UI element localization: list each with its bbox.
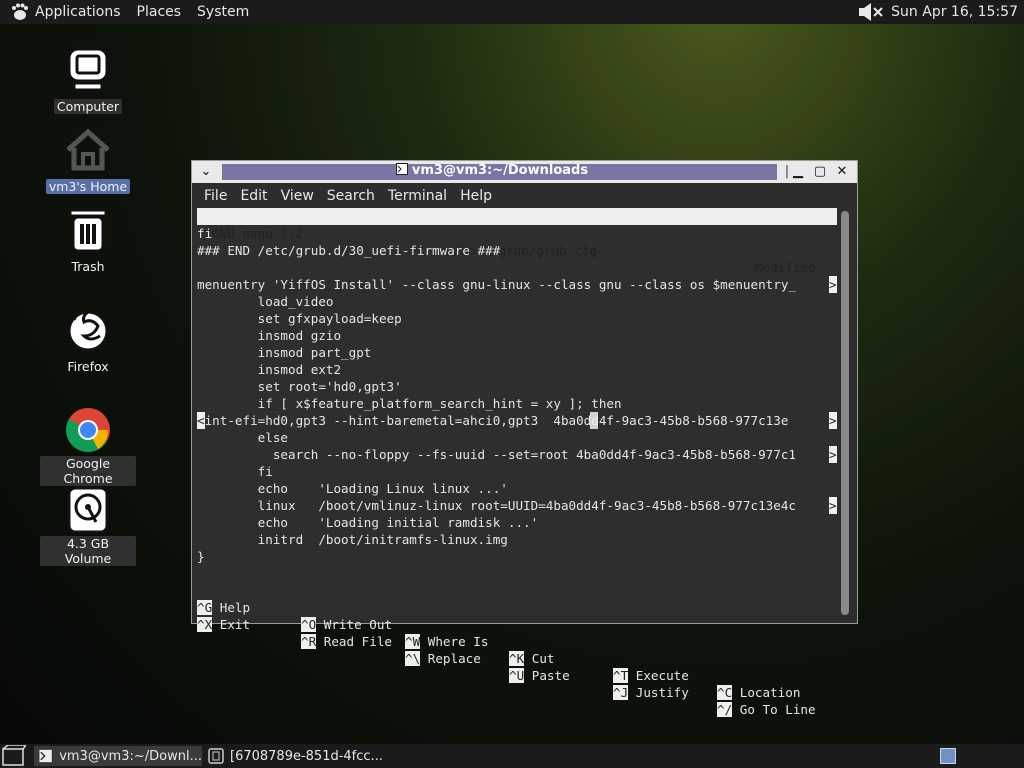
shortcut-cut[interactable]: ^K Cut — [509, 650, 555, 667]
speaker-icon[interactable] — [857, 2, 885, 22]
line-overflow-marker: > — [829, 412, 837, 429]
gnome-foot-icon[interactable] — [10, 2, 30, 22]
shortcut-write-out[interactable]: ^O Write Out — [301, 616, 392, 633]
menu-file[interactable]: File — [204, 188, 227, 204]
editor-line[interactable]: insmod gzio — [197, 327, 341, 344]
window-title: vm3@vm3:~/Downloads — [192, 163, 792, 178]
editor-line[interactable]: set root='hd0,gpt3' — [197, 378, 402, 395]
desktop-icon-label: Google Chrome — [40, 456, 136, 486]
editor-line[interactable]: fi — [197, 225, 212, 242]
editor-line[interactable]: insmod part_gpt — [197, 344, 372, 361]
shortcut-location[interactable]: ^C Location — [717, 684, 800, 701]
bottom-taskbar: vm3@vm3:~/Downl... [6708789e-851d-4fcc..… — [0, 744, 1024, 768]
terminal-icon — [395, 163, 408, 175]
system-menu[interactable]: System — [197, 4, 249, 20]
minimize-icon[interactable]: ▁ — [790, 164, 806, 180]
shortcut-paste[interactable]: ^U Paste — [509, 667, 570, 684]
line-overflow-marker: > — [829, 446, 837, 463]
line-overflow-marker: > — [829, 276, 837, 293]
desktop-icon-firefox[interactable]: Firefox — [40, 306, 136, 375]
nano-shortcuts-row2: ^X Exit ^R Read File ^\ Replace ^U Paste… — [197, 599, 837, 717]
editor-line[interactable]: hint-efi=hd0,gpt3 --hint-baremetal=ahci0… — [197, 412, 788, 429]
terminal-menubar: File Edit View Search Terminal Help — [192, 184, 857, 208]
editor-line[interactable]: linux /boot/vmlinuz-linux root=UUID=4ba0… — [197, 497, 796, 514]
nano-shortcuts-row1: ^G Help ^O Write Out ^W Where Is ^K Cut … — [197, 582, 837, 700]
top-panel-tray: Sun Apr 16, 15:57 — [857, 0, 1018, 24]
desktop-icon-trash[interactable]: Trash — [40, 206, 136, 275]
drive-icon — [67, 486, 109, 534]
editor-line[interactable]: else — [197, 429, 288, 446]
window-icon — [208, 748, 224, 764]
desktop-icon-label: Computer — [53, 99, 123, 114]
desktop-icon-volume[interactable]: 4.3 GB Volume — [40, 486, 136, 567]
menu-terminal[interactable]: Terminal — [388, 188, 447, 204]
shortcut-read-file[interactable]: ^R Read File — [301, 633, 392, 650]
shortcut-execute[interactable]: ^T Execute — [613, 667, 689, 684]
menu-view[interactable]: View — [281, 188, 314, 204]
terminal-screen[interactable]: GNU nano 7.2 /boot/grub/grub.cfg Modifie… — [197, 208, 837, 717]
terminal-window[interactable]: ⌄ vm3@vm3:~/Downloads | ▁ ▢ ✕ File Edit … — [191, 160, 858, 717]
shortcut-where-is[interactable]: ^W Where Is — [405, 633, 488, 650]
nano-status: Modified — [755, 260, 816, 275]
editor-line[interactable]: fi — [197, 463, 273, 480]
desktop-icon-label: 4.3 GB Volume — [40, 536, 136, 566]
line-overflow-marker: > — [829, 497, 837, 514]
text-cursor — [590, 412, 598, 429]
editor-line[interactable]: echo 'Loading Linux linux ...' — [197, 480, 508, 497]
line-overflow-marker: < — [197, 412, 205, 429]
editor-line[interactable]: set gfxpayload=keep — [197, 310, 402, 327]
places-menu[interactable]: Places — [137, 4, 182, 20]
editor-line[interactable]: menuentry 'YiffOS Install' --class gnu-l… — [197, 276, 796, 293]
editor-line[interactable]: ### END /etc/grub.d/30_uefi-firmware ### — [197, 242, 500, 259]
maximize-icon[interactable]: ▢ — [812, 164, 828, 180]
taskbar-item-label: vm3@vm3:~/Downl... — [59, 748, 202, 764]
taskbar-item-label: [6708789e-851d-4fcc... — [230, 748, 383, 764]
menu-search[interactable]: Search — [327, 188, 375, 204]
menu-help[interactable]: Help — [460, 188, 492, 204]
terminal-icon — [38, 748, 53, 764]
top-panel: Applications Places System Sun Apr 16, 1… — [0, 0, 1024, 24]
desktop-icon-label: Trash — [71, 259, 105, 274]
trash-icon — [68, 208, 108, 253]
firefox-icon — [67, 310, 109, 352]
home-icon — [66, 128, 110, 171]
workspace-switcher[interactable] — [940, 748, 956, 764]
window-title-text: vm3@vm3:~/Downloads — [411, 163, 589, 178]
applications-menu[interactable]: Applications — [35, 4, 121, 20]
taskbar-item-terminal[interactable]: vm3@vm3:~/Downl... — [34, 746, 202, 766]
editor-line[interactable]: search --no-floppy --fs-uuid --set=root … — [197, 446, 796, 463]
desktop-icon-computer[interactable]: Computer — [40, 46, 136, 115]
nano-app-name: GNU nano 7.2 — [212, 226, 303, 241]
show-desktop-icon[interactable] — [2, 745, 26, 767]
chrome-icon — [66, 408, 110, 452]
terminal-scrollbar[interactable] — [841, 211, 849, 615]
editor-line[interactable]: if [ x$feature_platform_search_hint = xy… — [197, 395, 622, 412]
clock[interactable]: Sun Apr 16, 15:57 — [891, 4, 1018, 20]
desktop-icon-chrome[interactable]: Google Chrome — [40, 406, 136, 487]
editor-line[interactable]: } — [197, 548, 205, 565]
nano-header: GNU nano 7.2 /boot/grub/grub.cfg Modifie… — [197, 208, 837, 275]
editor-line[interactable]: initrd /boot/initramfs-linux.img — [197, 531, 508, 548]
desktop-icon-label: Firefox — [67, 359, 109, 374]
menu-edit[interactable]: Edit — [240, 188, 267, 204]
shortcut-exit[interactable]: ^X Exit — [197, 616, 250, 633]
shortcut-replace[interactable]: ^\ Replace — [405, 650, 481, 667]
close-icon[interactable]: ✕ — [834, 164, 850, 180]
computer-icon — [67, 47, 109, 92]
taskbar-item-window[interactable]: [6708789e-851d-4fcc... — [204, 746, 388, 766]
desktop-icon-home[interactable]: vm3's Home — [40, 126, 136, 195]
shortcut-justify[interactable]: ^J Justify — [613, 684, 689, 701]
desktop-icon-label: vm3's Home — [45, 179, 131, 194]
editor-line[interactable]: load_video — [197, 293, 334, 310]
editor-line[interactable]: insmod ext2 — [197, 361, 341, 378]
editor-line[interactable]: echo 'Loading initial ramdisk ...' — [197, 514, 539, 531]
shortcut-go-to-line[interactable]: ^/ Go To Line — [717, 701, 816, 718]
window-titlebar[interactable]: ⌄ vm3@vm3:~/Downloads | ▁ ▢ ✕ — [192, 161, 857, 183]
